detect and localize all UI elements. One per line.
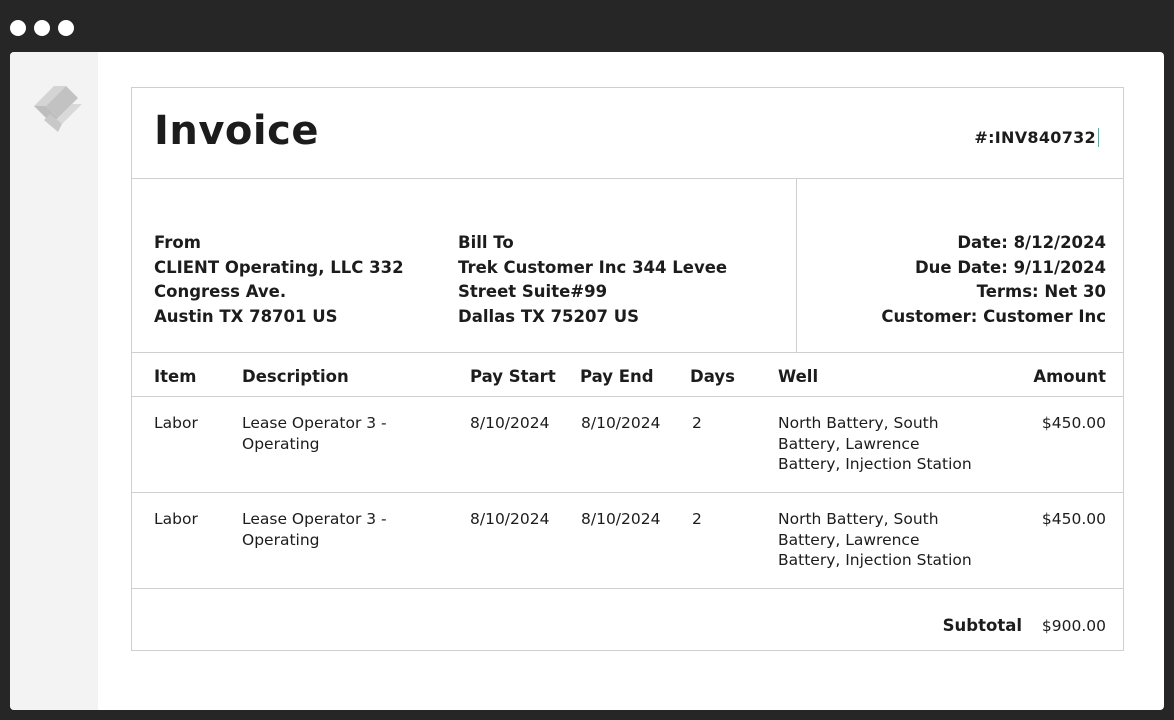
window-controls [10,20,74,36]
row-amount: $450.00 [1041,414,1106,432]
invoice-date: Date: 8/12/2024 [957,233,1106,252]
invoice-due-date: Due Date: 9/11/2024 [914,257,1106,277]
invoice-terms: Terms: Net 30 [976,282,1106,302]
from-line-1: CLIENT Operating, LLC 332 [154,257,404,277]
row-pay-start: 8/10/2024 [470,414,550,432]
row-well-line: Battery, Lawrence [778,530,920,549]
row-well-line: Battery, Injection Station [778,455,972,473]
table-header: Item Description Pay Start Pay End Days … [132,353,1123,397]
row-days: 2 [692,510,702,528]
window-minimize-dot[interactable] [34,20,50,36]
row-pay-start: 8/10/2024 [470,510,550,528]
app-logo-icon[interactable] [28,76,86,136]
row-description-line: Lease Operator 3 - [242,414,387,432]
from-line-3: Austin TX 78701 US [154,306,338,326]
bill-to-line-2: Street Suite#99 [458,282,608,302]
address-section: From CLIENT Operating, LLC 332 Congress … [132,179,1123,353]
header-pay-end: Pay End [580,367,654,386]
invoice-title: Invoice [154,108,319,154]
row-amount: $450.00 [1041,510,1106,528]
from-address: From CLIENT Operating, LLC 332 Congress … [154,231,414,329]
row-description-line: Lease Operator 3 - [242,510,387,528]
row-description-line: Operating [242,434,320,453]
row-pay-end: 8/10/2024 [581,510,661,528]
address-divider [796,179,797,352]
row-description: Lease Operator 3 - Operating [242,413,442,454]
window-close-dot[interactable] [10,20,26,36]
row-well-line: Battery, Injection Station [778,551,972,569]
header-pay-start: Pay Start [470,367,556,386]
subtotal-row: Subtotal $900.00 [132,589,1123,651]
header-well: Well [778,367,819,386]
invoice-header: Invoice #:INV840732 [132,88,1123,179]
from-label: From [154,233,201,252]
row-item: Labor [154,510,198,528]
sidebar [10,52,98,710]
header-amount: Amount [1033,367,1106,386]
table-row: Labor Lease Operator 3 - Operating 8/10/… [132,493,1123,589]
table-row: Labor Lease Operator 3 - Operating 8/10/… [132,397,1123,493]
bill-to-address: Bill To Trek Customer Inc 344 Levee Stre… [458,231,728,329]
header-description: Description [242,367,349,386]
app-window: Invoice #:INV840732 From CLIENT Operatin… [10,52,1164,710]
row-item: Labor [154,414,198,432]
bill-to-line-1: Trek Customer Inc 344 Levee [458,257,728,277]
row-well: North Battery, South Battery, Lawrence B… [778,413,1008,475]
header-item: Item [154,367,197,386]
invoice-document: Invoice #:INV840732 From CLIENT Operatin… [131,87,1124,651]
row-description: Lease Operator 3 - Operating [242,509,442,550]
row-well: North Battery, South Battery, Lawrence B… [778,509,1008,571]
from-line-2: Congress Ave. [154,282,287,302]
invoice-customer: Customer: Customer Inc [881,306,1106,326]
row-well-line: North Battery, South [778,510,939,528]
header-days: Days [690,367,735,386]
invoice-meta: Date: 8/12/2024 Due Date: 9/11/2024 Term… [881,231,1106,329]
row-description-line: Operating [242,530,320,549]
bill-to-label: Bill To [458,233,514,252]
subtotal-value: $900.00 [1041,617,1106,635]
row-days: 2 [692,414,702,432]
row-well-line: North Battery, South [778,414,939,432]
row-well-line: Battery, Lawrence [778,434,920,453]
invoice-number[interactable]: #:INV840732 [974,128,1099,147]
window-maximize-dot[interactable] [58,20,74,36]
bill-to-line-3: Dallas TX 75207 US [458,306,639,326]
subtotal-label: Subtotal [942,616,1022,635]
row-pay-end: 8/10/2024 [581,414,661,432]
